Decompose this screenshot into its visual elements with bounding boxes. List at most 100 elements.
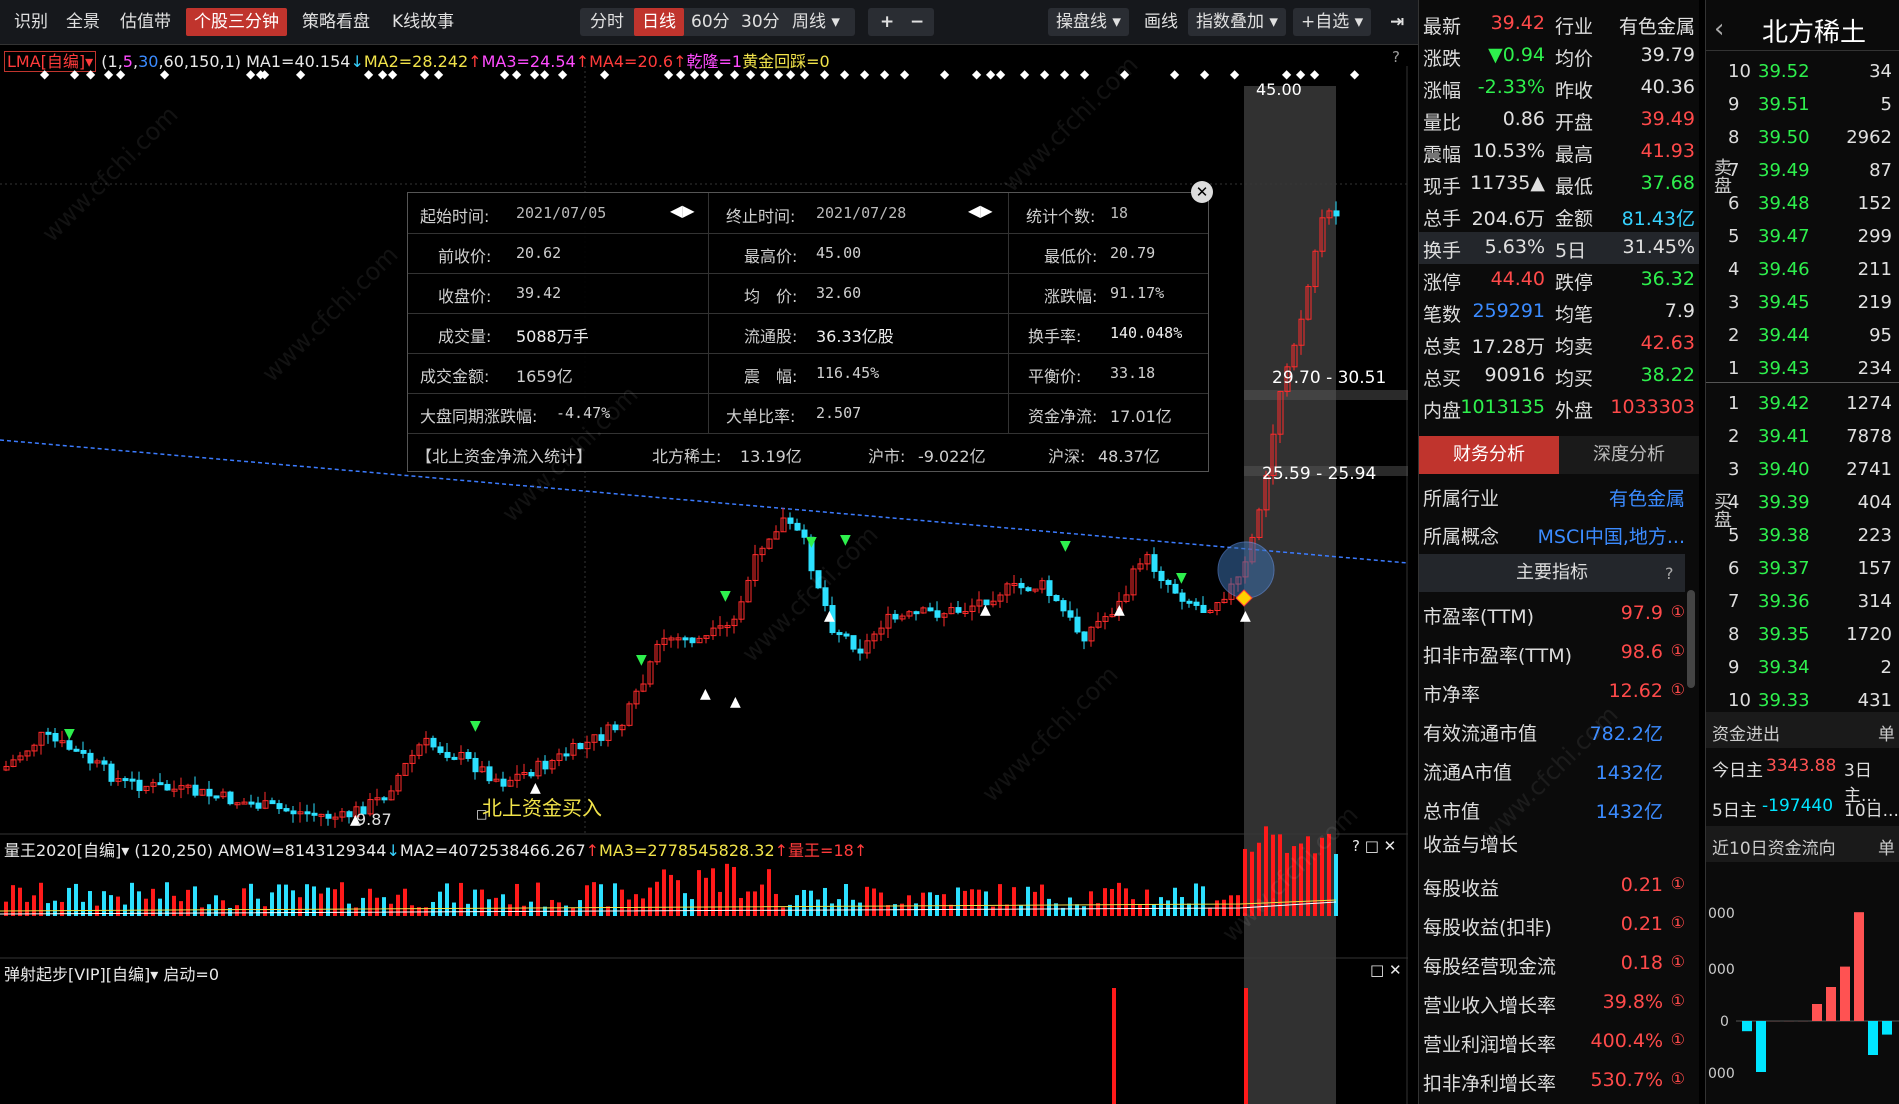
book-row[interactable]: 7 39.49 87 bbox=[1706, 155, 1899, 188]
volume-bar bbox=[235, 905, 239, 916]
book-row[interactable]: 3 39.45 219 bbox=[1706, 287, 1899, 320]
candle-body bbox=[1060, 600, 1067, 612]
info-circle-icon: ① bbox=[1670, 641, 1685, 660]
popup-north-label[interactable]: 【北上资金净流入统计】 bbox=[416, 443, 592, 467]
quote-label: 涨幅 bbox=[1423, 80, 1462, 102]
period-intraday[interactable]: 分时 bbox=[582, 8, 632, 36]
book-row[interactable]: 8 39.35 1720 bbox=[1706, 619, 1899, 652]
book-row[interactable]: 5 39.38 223 bbox=[1706, 520, 1899, 553]
industry-value[interactable]: 有色金属 bbox=[1609, 484, 1685, 511]
book-row[interactable]: 10 39.52 34 bbox=[1706, 56, 1899, 89]
period-weekly[interactable]: 周线 ▾ bbox=[784, 8, 848, 36]
book-row[interactable]: 1 39.42 1274 bbox=[1706, 388, 1899, 421]
book-level: 4 bbox=[1728, 492, 1740, 513]
popup-start-value: 2021/07/05 bbox=[516, 204, 607, 222]
zoom-in-button[interactable]: + bbox=[872, 8, 902, 36]
info-circle-icon: ① bbox=[1670, 874, 1685, 893]
tab-deep-analysis[interactable]: 深度分析 bbox=[1559, 436, 1699, 474]
metric-row[interactable]: 有效流通市值 782.2亿 bbox=[1419, 713, 1689, 751]
candle-body bbox=[892, 613, 899, 620]
candle-body bbox=[563, 753, 570, 757]
book-volume: 1274 bbox=[1846, 393, 1892, 414]
book-row[interactable]: 7 39.36 314 bbox=[1706, 586, 1899, 619]
tab-strategy[interactable]: 策略看盘 bbox=[294, 8, 378, 36]
popup-float: 36.33亿股 bbox=[816, 327, 894, 346]
book-row[interactable]: 9 39.51 5 bbox=[1706, 89, 1899, 122]
tab-identify[interactable]: 识别 bbox=[6, 8, 56, 36]
tab-panorama[interactable]: 全景 bbox=[58, 8, 108, 36]
book-row[interactable]: 8 39.50 2962 bbox=[1706, 122, 1899, 155]
book-level: 3 bbox=[1728, 292, 1740, 313]
concept-value[interactable]: MSCI中国,地方... bbox=[1538, 522, 1685, 549]
period-60min[interactable]: 60分 bbox=[683, 8, 738, 36]
vol-indicator-name[interactable]: 量王2020[自编]▾ bbox=[4, 841, 129, 860]
book-price: 39.38 bbox=[1758, 525, 1810, 546]
add-watchlist-dropdown[interactable]: +自选 ▾ bbox=[1293, 8, 1372, 36]
tab-valuation[interactable]: 估值带 bbox=[112, 8, 179, 36]
popup-close-icon[interactable]: ✕ bbox=[1191, 181, 1213, 203]
volume-bar bbox=[284, 884, 288, 916]
volume-bar bbox=[88, 891, 92, 916]
popup-high-label: 最高价: bbox=[744, 247, 798, 266]
quote-row: 量比 0.86 开盘 39.49 bbox=[1419, 104, 1699, 136]
candle-body bbox=[927, 607, 934, 612]
popup-row-sep-3 bbox=[408, 313, 1208, 314]
metrics-scrollbar[interactable] bbox=[1687, 590, 1695, 688]
book-price: 39.36 bbox=[1758, 591, 1810, 612]
metric-row[interactable]: 市盈率(TTM) 97.9 ① bbox=[1419, 596, 1689, 634]
volume-bar bbox=[1313, 853, 1317, 916]
third-indicator-line: 弹射起步[VIP][自编]▾ 启动=0 bbox=[4, 961, 219, 985]
ten-day-header: 近10日资金流向 bbox=[1712, 839, 1836, 859]
zoom-out-button[interactable]: − bbox=[902, 8, 932, 36]
volume-bar bbox=[18, 887, 22, 916]
trade-line-dropdown[interactable]: 操盘线 ▾ bbox=[1048, 8, 1129, 36]
period-daily[interactable]: 日线 bbox=[634, 8, 684, 36]
book-row[interactable]: 5 39.47 299 bbox=[1706, 221, 1899, 254]
popup-start-arrows-icon[interactable]: ◀▶ bbox=[670, 201, 695, 220]
index-overlay-dropdown[interactable]: 指数叠加 ▾ bbox=[1188, 8, 1286, 36]
book-row[interactable]: 1 39.43 234 bbox=[1706, 353, 1899, 386]
metric-row[interactable]: 市净率 12.62 ① bbox=[1419, 674, 1689, 712]
book-row[interactable]: 6 39.37 157 bbox=[1706, 553, 1899, 586]
volume-bar bbox=[970, 889, 974, 916]
book-row[interactable]: 4 39.46 211 bbox=[1706, 254, 1899, 287]
growth-row[interactable]: 营业利润增长率 400.4% ① bbox=[1419, 1024, 1689, 1062]
growth-row[interactable]: 营业收入增长率 39.8% ① bbox=[1419, 985, 1689, 1023]
book-row[interactable]: 9 39.34 2 bbox=[1706, 652, 1899, 685]
popup-end-arrows-icon[interactable]: ◀▶ bbox=[968, 201, 993, 220]
book-row[interactable]: 4 39.39 404 bbox=[1706, 487, 1899, 520]
quote-label: 最高 bbox=[1555, 144, 1594, 166]
vol-panel-controls[interactable]: ? □ ✕ bbox=[1352, 837, 1396, 855]
tab-stock-3min[interactable]: 个股三分钟 bbox=[186, 8, 287, 36]
book-row[interactable]: 2 39.41 7878 bbox=[1706, 421, 1899, 454]
top-diamond: ◆ bbox=[1282, 67, 1292, 81]
book-row[interactable]: 2 39.44 95 bbox=[1706, 320, 1899, 353]
back-icon[interactable]: ‹ bbox=[1714, 14, 1724, 44]
popup-prev-close: 20.62 bbox=[516, 244, 562, 262]
collapse-panel-icon[interactable]: ⇥ bbox=[1382, 8, 1412, 36]
draw-line-button[interactable]: 画线 bbox=[1136, 8, 1186, 36]
today-main-label: 今日主 bbox=[1712, 761, 1763, 781]
metric-row[interactable]: 扣非市盈率(TTM) 98.6 ① bbox=[1419, 635, 1689, 673]
third-indicator-name[interactable]: 弹射起步[VIP][自编]▾ bbox=[4, 965, 158, 984]
third-panel-controls[interactable]: □ ✕ bbox=[1370, 961, 1402, 979]
launch-signal-bar-2 bbox=[1244, 988, 1248, 1104]
vol-params: (120,250) bbox=[134, 841, 213, 860]
growth-row[interactable]: 扣非净利增长率 530.7% ① bbox=[1419, 1063, 1689, 1101]
metric-row[interactable]: 流通A市值 1432亿 bbox=[1419, 752, 1689, 790]
growth-row[interactable]: 每股收益(扣非) 0.21 ① bbox=[1419, 907, 1689, 945]
main-metrics-help-icon[interactable]: ? bbox=[1665, 564, 1674, 583]
up-signal-arrow: ▲ bbox=[1114, 602, 1125, 618]
metric-row[interactable]: 总市值 1432亿 bbox=[1419, 791, 1689, 829]
volume-bar bbox=[361, 897, 365, 916]
book-row[interactable]: 6 39.48 152 bbox=[1706, 188, 1899, 221]
industry-label: 所属行业 bbox=[1423, 488, 1500, 510]
period-30min[interactable]: 30分 bbox=[733, 8, 788, 36]
growth-row[interactable]: 每股经营现金流 0.18 ① bbox=[1419, 946, 1689, 984]
tab-financial-analysis[interactable]: 财务分析 bbox=[1419, 436, 1559, 474]
book-row[interactable]: 3 39.40 2741 bbox=[1706, 454, 1899, 487]
growth-row[interactable]: 每股收益 0.21 ① bbox=[1419, 868, 1689, 906]
main-help-icon[interactable]: ? bbox=[1392, 48, 1400, 66]
tab-kline-story[interactable]: K线故事 bbox=[384, 8, 462, 36]
volume-bar bbox=[382, 897, 386, 916]
